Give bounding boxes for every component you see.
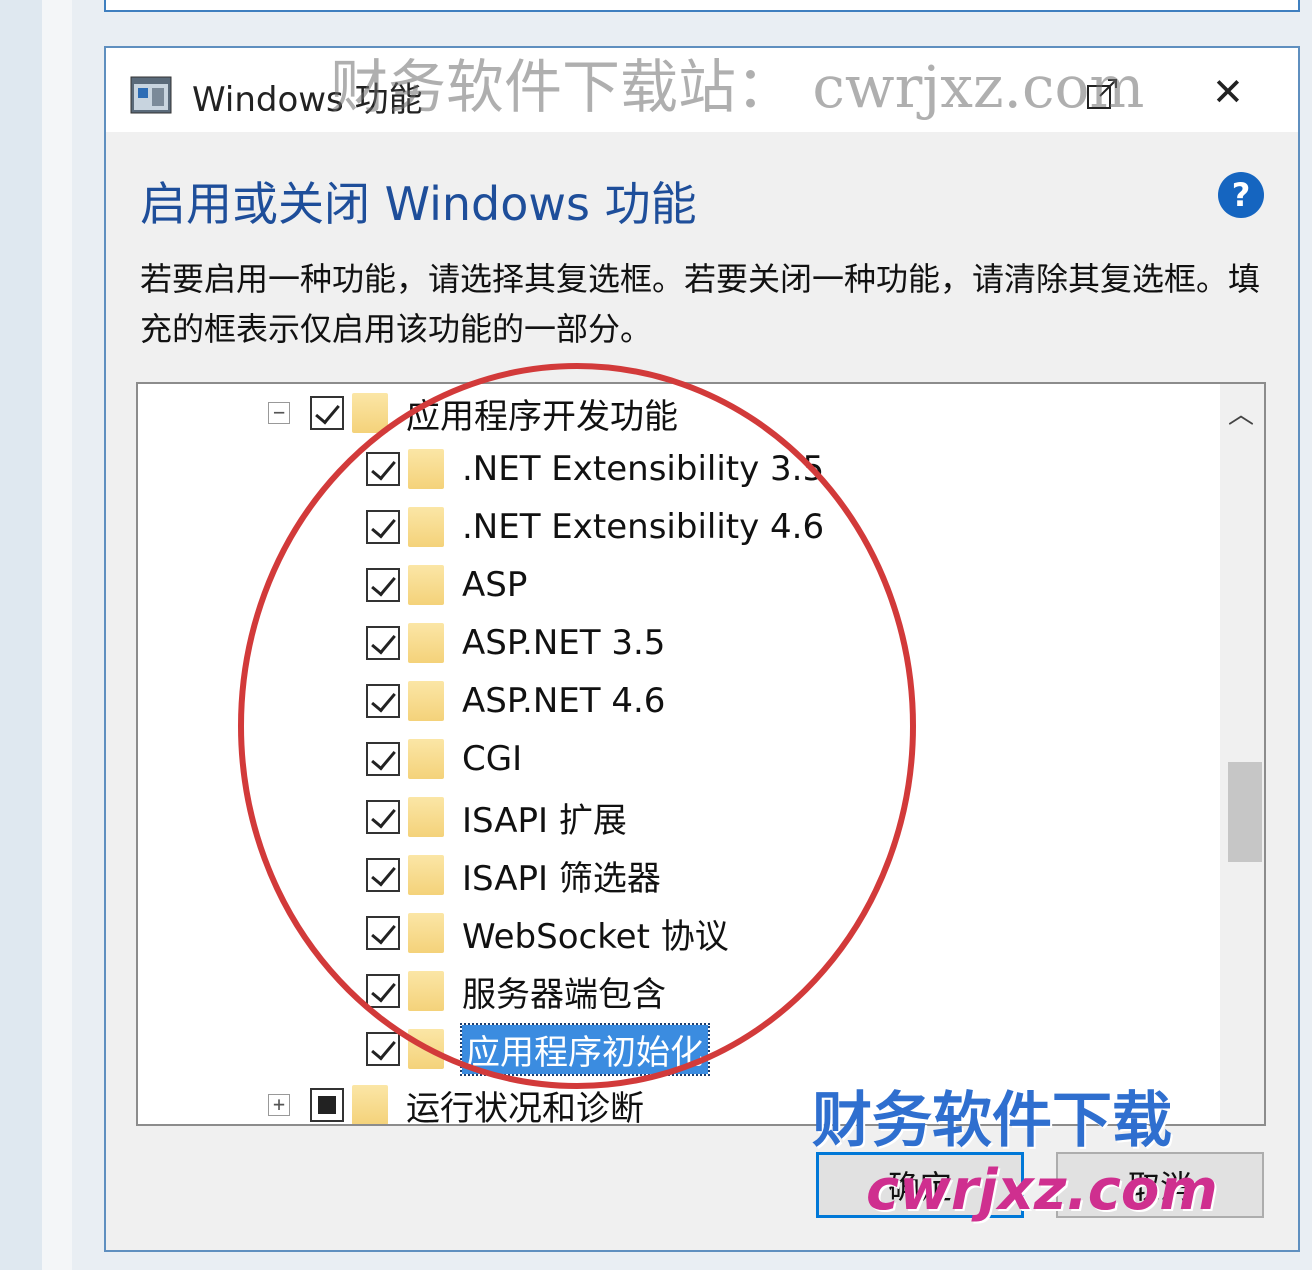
tree-item[interactable]: .NET Extensibility 4.6 bbox=[366, 498, 824, 556]
tree-item[interactable]: − 应用程序开发功能 bbox=[268, 384, 678, 442]
folder-icon bbox=[352, 1085, 388, 1124]
tree-item-selected[interactable]: 应用程序初始化 bbox=[366, 1020, 710, 1078]
tree-item[interactable]: + 运行状况和诊断 bbox=[268, 1076, 644, 1126]
tree-item-label: ASP bbox=[462, 565, 528, 605]
folder-icon bbox=[408, 565, 444, 605]
instructions-text: 若要启用一种功能，请选择其复选框。若要关闭一种功能，请清除其复选框。填充的框表示… bbox=[140, 260, 1261, 348]
feature-checkbox[interactable] bbox=[366, 742, 400, 776]
windows-features-icon bbox=[130, 76, 172, 114]
folder-icon bbox=[408, 797, 444, 837]
tree-item-label: 运行状况和诊断 bbox=[406, 1088, 644, 1126]
folder-icon bbox=[408, 913, 444, 953]
collapse-icon[interactable]: − bbox=[268, 402, 290, 424]
feature-checkbox[interactable] bbox=[366, 510, 400, 544]
tree-item[interactable]: ASP.NET 3.5 bbox=[366, 614, 665, 672]
folder-icon bbox=[352, 393, 388, 433]
tree-item-label: .NET Extensibility 3.5 bbox=[462, 449, 825, 489]
tree-item[interactable]: ISAPI 筛选器 bbox=[366, 846, 661, 904]
folder-icon bbox=[408, 971, 444, 1011]
tree-item[interactable]: ISAPI 扩展 bbox=[366, 788, 627, 846]
tree-item-label: ASP.NET 4.6 bbox=[462, 681, 666, 721]
tree-item-label: ASP.NET 3.5 bbox=[462, 623, 666, 663]
tree-item-label: 应用程序初始化 bbox=[460, 1022, 710, 1076]
feature-checkbox[interactable] bbox=[366, 974, 400, 1008]
feature-checkbox[interactable] bbox=[366, 568, 400, 602]
tree-item[interactable]: CGI bbox=[366, 730, 522, 788]
watermark-top: 财务软件下载站： cwrjxz.com bbox=[330, 53, 1145, 121]
folder-icon bbox=[408, 507, 444, 547]
feature-checkbox[interactable] bbox=[366, 858, 400, 892]
folder-icon bbox=[408, 1029, 444, 1069]
chevron-up-icon[interactable]: ︿ bbox=[1228, 394, 1254, 431]
tree-item-label: WebSocket 协议 bbox=[462, 916, 729, 957]
scrollbar-thumb[interactable] bbox=[1228, 762, 1262, 862]
watermark-bottom-text: 财务软件下载 bbox=[812, 1086, 1172, 1156]
tree-item-label: .NET Extensibility 4.6 bbox=[462, 507, 825, 547]
background-panel bbox=[0, 0, 42, 1270]
features-tree: − 应用程序开发功能 .NET Extensibility 3.5 .NET E… bbox=[136, 382, 1266, 1126]
tree-item-label: ISAPI 扩展 bbox=[462, 800, 627, 841]
tree-item[interactable]: .NET Extensibility 3.5 bbox=[366, 440, 824, 498]
expand-icon[interactable]: + bbox=[268, 1094, 290, 1116]
vertical-scrollbar[interactable]: ︿ bbox=[1220, 384, 1264, 1124]
tree-item-label: ISAPI 筛选器 bbox=[462, 858, 661, 899]
tree-item-label: 应用程序开发功能 bbox=[406, 396, 678, 437]
folder-icon bbox=[408, 623, 444, 663]
tree-item[interactable]: ASP.NET 4.6 bbox=[366, 672, 665, 730]
folder-icon bbox=[408, 449, 444, 489]
feature-checkbox[interactable] bbox=[310, 1088, 344, 1122]
feature-checkbox[interactable] bbox=[366, 1032, 400, 1066]
folder-icon bbox=[408, 681, 444, 721]
feature-checkbox[interactable] bbox=[310, 396, 344, 430]
tree-item[interactable]: 服务器端包含 bbox=[366, 962, 666, 1020]
watermark-bottom-url: cwrjxz.com bbox=[866, 1158, 1218, 1223]
tree-item[interactable]: ASP bbox=[366, 556, 527, 614]
folder-icon bbox=[408, 855, 444, 895]
tree-item-label: CGI bbox=[462, 739, 523, 779]
previous-window-edge bbox=[104, 0, 1300, 12]
feature-checkbox[interactable] bbox=[366, 684, 400, 718]
page-title: 启用或关闭 Windows 功能 bbox=[140, 177, 697, 231]
close-icon[interactable]: ✕ bbox=[1212, 72, 1244, 112]
feature-checkbox[interactable] bbox=[366, 916, 400, 950]
feature-checkbox[interactable] bbox=[366, 452, 400, 486]
feature-checkbox[interactable] bbox=[366, 800, 400, 834]
tree-item-label: 服务器端包含 bbox=[462, 974, 666, 1015]
folder-icon bbox=[408, 739, 444, 779]
tree-item[interactable]: WebSocket 协议 bbox=[366, 904, 729, 962]
feature-checkbox[interactable] bbox=[366, 626, 400, 660]
help-icon[interactable]: ? bbox=[1218, 172, 1264, 218]
page-margin bbox=[42, 0, 72, 1270]
